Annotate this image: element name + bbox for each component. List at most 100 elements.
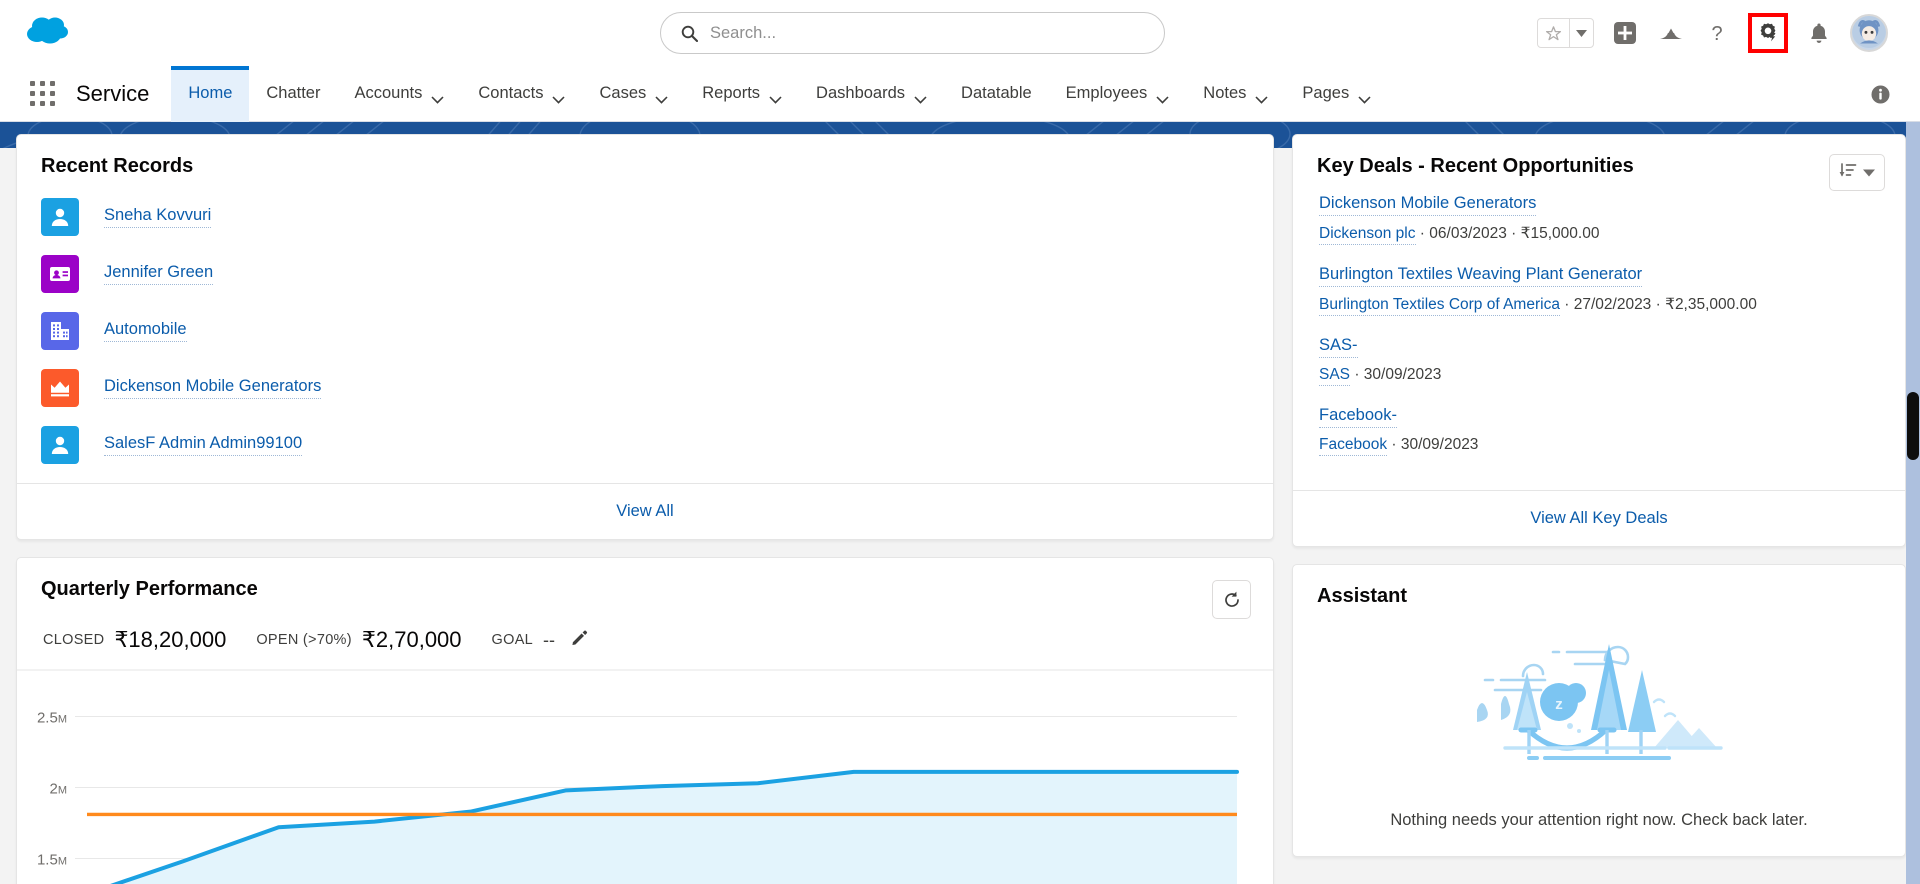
- quarterly-performance-card: Quarterly Performance CLOSED ₹18,20,000 …: [16, 557, 1274, 884]
- recent-records-list: Sneha Kovvuri Jennifer Green Automobile …: [17, 182, 1273, 483]
- chevron-down-icon[interactable]: [431, 90, 444, 104]
- info-icon[interactable]: [1871, 85, 1890, 109]
- tab-datatable[interactable]: Datatable: [944, 66, 1049, 122]
- page-body: Recent Records Sneha Kovvuri Jennifer Gr…: [0, 122, 1920, 884]
- open-label: OPEN (>70%): [256, 632, 352, 648]
- svg-text:z: z: [1555, 696, 1563, 713]
- help-button[interactable]: ?: [1702, 18, 1732, 48]
- chevron-down-icon[interactable]: [1156, 90, 1169, 104]
- opportunity-link[interactable]: Burlington Textiles Weaving Plant Genera…: [1319, 265, 1643, 287]
- record-link[interactable]: Sneha Kovvuri: [104, 206, 212, 228]
- scrollbar-track[interactable]: [1906, 122, 1920, 884]
- tab-cases[interactable]: Cases: [582, 66, 685, 122]
- opportunity-link[interactable]: Dickenson Mobile Generators: [1319, 194, 1537, 216]
- opportunity-details: Facebook · 30/09/2023: [1319, 436, 1879, 456]
- tab-pages-label: Pages: [1302, 84, 1350, 102]
- tab-reports-label: Reports: [702, 84, 761, 102]
- user-avatar[interactable]: [1850, 14, 1888, 52]
- pencil-icon[interactable]: [571, 629, 588, 651]
- opportunity-link[interactable]: SAS-: [1319, 336, 1358, 358]
- global-search[interactable]: Search...: [660, 12, 1165, 54]
- header-utilities: ?: [1537, 0, 1888, 66]
- tab-dashboards[interactable]: Dashboards: [799, 66, 944, 122]
- favorites-star-icon[interactable]: [1538, 19, 1569, 47]
- account-link[interactable]: Burlington Textiles Corp of America: [1319, 296, 1560, 316]
- list-item[interactable]: Burlington Textiles Weaving Plant Genera…: [1319, 265, 1879, 316]
- view-all-key-deals-link[interactable]: View All Key Deals: [1530, 509, 1667, 528]
- app-navigation-bar: Service Home Chatter Accounts Contacts C…: [0, 65, 1920, 122]
- list-item[interactable]: Dickenson Mobile Generators Dickenson pl…: [1319, 194, 1879, 245]
- key-deals-footer: View All Key Deals: [1293, 490, 1905, 546]
- user-icon: [41, 425, 79, 464]
- tab-chatter-label: Chatter: [266, 84, 321, 102]
- tab-contacts[interactable]: Contacts: [461, 66, 582, 122]
- app-name[interactable]: Service: [76, 81, 149, 107]
- goal-value: --: [543, 629, 556, 650]
- opportunity-meta: · 30/09/2023: [1387, 436, 1479, 453]
- opportunity-meta: · 30/09/2023: [1350, 366, 1442, 383]
- list-item[interactable]: SAS- SAS · 30/09/2023: [1319, 336, 1879, 386]
- sort-descending-icon: [1839, 162, 1857, 183]
- chevron-down-icon[interactable]: [1358, 90, 1371, 104]
- record-link[interactable]: Dickenson Mobile Generators: [104, 377, 322, 399]
- account-link[interactable]: SAS: [1319, 366, 1351, 386]
- salesforce-cloud-logo[interactable]: [22, 12, 78, 54]
- assistant-title: Assistant: [1317, 585, 1408, 607]
- chevron-down-icon[interactable]: [914, 90, 927, 104]
- list-item[interactable]: Jennifer Green: [41, 245, 1249, 302]
- chevron-down-icon[interactable]: [552, 90, 566, 104]
- assistant-empty-message: Nothing needs your attention right now. …: [1390, 811, 1808, 829]
- recent-records-footer: View All: [17, 483, 1273, 539]
- app-launcher-icon[interactable]: [26, 77, 60, 111]
- search-icon: [681, 25, 699, 42]
- tab-employees-label: Employees: [1065, 84, 1148, 102]
- key-deals-list: Dickenson Mobile Generators Dickenson pl…: [1293, 182, 1905, 490]
- chevron-down-icon[interactable]: [769, 90, 782, 104]
- recent-records-title: Recent Records: [41, 155, 194, 177]
- quarterly-performance-title: Quarterly Performance: [41, 578, 258, 600]
- list-item[interactable]: SalesF Admin Admin99100: [41, 416, 1249, 473]
- tab-reports[interactable]: Reports: [685, 66, 799, 122]
- key-deals-sort-button[interactable]: [1829, 154, 1885, 191]
- favorites-caret-icon[interactable]: [1569, 19, 1593, 47]
- list-item[interactable]: Dickenson Mobile Generators: [41, 359, 1249, 416]
- tab-dashboards-label: Dashboards: [816, 84, 906, 102]
- refresh-icon[interactable]: [1212, 580, 1251, 619]
- tab-cases-label: Cases: [599, 84, 647, 102]
- svg-text:2.5M: 2.5M: [37, 710, 67, 727]
- tab-chatter[interactable]: Chatter: [249, 66, 337, 122]
- closed-label: CLOSED: [43, 632, 105, 648]
- favorites-group[interactable]: [1537, 18, 1594, 48]
- setup-gear-icon[interactable]: [1753, 18, 1783, 48]
- chevron-down-icon[interactable]: [655, 90, 668, 104]
- list-item[interactable]: Facebook- Facebook · 30/09/2023: [1319, 406, 1879, 456]
- opportunity-link[interactable]: Facebook-: [1319, 406, 1397, 428]
- tab-notes[interactable]: Notes: [1186, 66, 1285, 122]
- list-item[interactable]: Sneha Kovvuri: [41, 188, 1249, 245]
- account-link[interactable]: Dickenson plc: [1319, 225, 1416, 245]
- learning-trailhead-icon[interactable]: [1656, 18, 1686, 48]
- record-link[interactable]: Jennifer Green: [104, 263, 214, 285]
- record-link[interactable]: Automobile: [104, 320, 187, 342]
- list-item[interactable]: Automobile: [41, 302, 1249, 359]
- add-button[interactable]: [1610, 18, 1640, 48]
- quarterly-metrics: CLOSED ₹18,20,000 OPEN (>70%) ₹2,70,000 …: [17, 605, 1273, 659]
- view-all-link[interactable]: View All: [616, 502, 673, 521]
- tab-datatable-label: Datatable: [961, 84, 1032, 102]
- scrollbar-thumb[interactable]: [1907, 392, 1919, 460]
- tab-pages[interactable]: Pages: [1285, 66, 1388, 122]
- tab-home-label: Home: [188, 84, 233, 102]
- search-input[interactable]: Search...: [710, 24, 776, 43]
- tab-employees[interactable]: Employees: [1049, 66, 1187, 122]
- opportunity-meta: · 27/02/2023 · ₹2,35,000.00: [1559, 296, 1757, 313]
- tab-contacts-label: Contacts: [478, 84, 544, 102]
- page-scrollbar[interactable]: [1906, 122, 1920, 884]
- svg-text:1.5M: 1.5M: [37, 852, 67, 869]
- record-link[interactable]: SalesF Admin Admin99100: [104, 434, 303, 456]
- tab-accounts[interactable]: Accounts: [337, 66, 461, 122]
- key-deals-card: Key Deals - Recent Opportunities Dickens…: [1292, 134, 1906, 547]
- account-link[interactable]: Facebook: [1319, 436, 1388, 456]
- tab-home[interactable]: Home: [171, 65, 250, 122]
- notifications-bell-icon[interactable]: [1804, 18, 1834, 48]
- chevron-down-icon[interactable]: [1255, 90, 1268, 104]
